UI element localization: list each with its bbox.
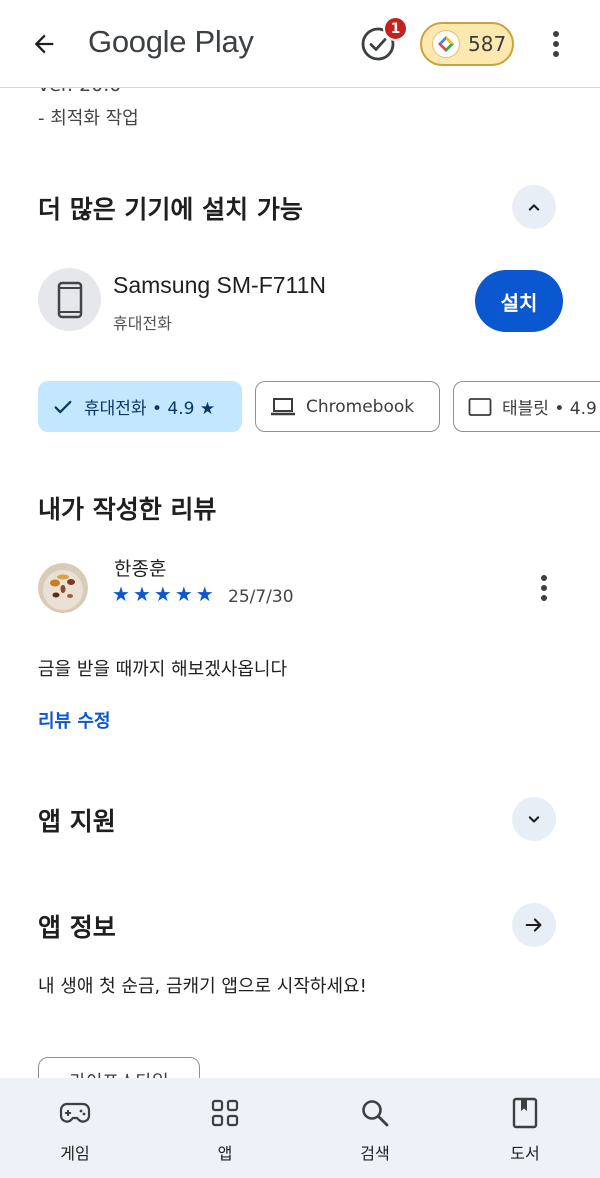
- star-icon: ★: [112, 582, 130, 606]
- star-icon: ★: [195, 582, 214, 606]
- phone-icon: [38, 268, 101, 331]
- app-support-title[interactable]: 앱 지원: [38, 802, 116, 838]
- nav-item-apps[interactable]: 앱: [150, 1078, 300, 1178]
- nav-label-search: 검색: [360, 1144, 390, 1163]
- apps-grid-icon: [208, 1096, 242, 1130]
- play-points-icon: [432, 30, 460, 58]
- review-text: 금을 받을 때까지 해보겠사옵니다: [38, 659, 288, 680]
- play-points-button[interactable]: 587: [420, 22, 514, 66]
- search-icon: [358, 1096, 392, 1130]
- nav-label-books: 도서: [510, 1144, 540, 1163]
- nav-label-apps: 앱: [217, 1144, 233, 1163]
- google-play-logo[interactable]: Google Play: [88, 24, 254, 60]
- device-type: 휴대전화: [113, 314, 172, 333]
- star-icon: ★: [132, 582, 151, 606]
- chip-tablet-label: 태블릿 • 4.9: [502, 399, 597, 419]
- chip-chromebook[interactable]: Chromebook: [255, 381, 440, 432]
- top-app-bar: Google Play 1 587: [0, 0, 600, 88]
- star-icon: ★: [174, 582, 193, 606]
- chip-tablet[interactable]: 태블릿 • 4.9: [453, 381, 600, 432]
- device-name: Samsung SM-F711N: [113, 272, 327, 298]
- points-value: 587: [468, 32, 507, 56]
- install-button[interactable]: 설치: [475, 270, 563, 332]
- chip-chromebook-label: Chromebook: [306, 396, 415, 417]
- nav-item-search[interactable]: 검색: [300, 1078, 450, 1178]
- star-rating: ★ ★ ★ ★ ★: [112, 584, 214, 604]
- arrow-right-icon[interactable]: [512, 903, 556, 947]
- chip-phone-label: 휴대전화 • 4.9 ★: [84, 399, 216, 419]
- book-icon: [508, 1096, 542, 1130]
- my-review-title: 내가 작성한 리뷰: [38, 495, 217, 524]
- reviewer-name: 한종훈: [114, 558, 167, 580]
- chevron-down-icon[interactable]: [512, 797, 556, 841]
- nav-label-games: 게임: [60, 1144, 90, 1163]
- nav-item-books[interactable]: 도서: [450, 1078, 600, 1178]
- laptop-icon: [271, 397, 295, 415]
- edit-review-link[interactable]: 리뷰 수정: [38, 707, 111, 733]
- app-description: 내 생애 첫 순금, 금캐기 앱으로 시작하세요!: [38, 976, 367, 997]
- tablet-icon: [468, 397, 492, 416]
- avatar[interactable]: [38, 563, 88, 613]
- update-note: - 최적화 작업: [38, 108, 139, 129]
- chip-phone[interactable]: 휴대전화 • 4.9 ★: [38, 381, 242, 432]
- star-icon: ★: [153, 582, 172, 606]
- chevron-up-icon[interactable]: [512, 185, 556, 229]
- review-date: 25/7/30: [228, 587, 294, 607]
- back-arrow-icon[interactable]: [24, 24, 64, 64]
- app-info-title[interactable]: 앱 정보: [38, 908, 116, 944]
- more-vert-icon[interactable]: [540, 24, 572, 64]
- more-vert-icon[interactable]: [530, 572, 558, 604]
- more-devices-title: 더 많은 기기에 설치 가능: [38, 195, 303, 224]
- nav-item-games[interactable]: 게임: [0, 1078, 150, 1178]
- check-icon: [54, 400, 72, 413]
- notification-badge: 1: [383, 16, 408, 41]
- gamepad-icon: [58, 1096, 92, 1130]
- bottom-navigation: 게임 앱 검색 도서: [0, 1078, 600, 1178]
- app-details-page: Google Play 1 587 ver. 20: [0, 0, 600, 1178]
